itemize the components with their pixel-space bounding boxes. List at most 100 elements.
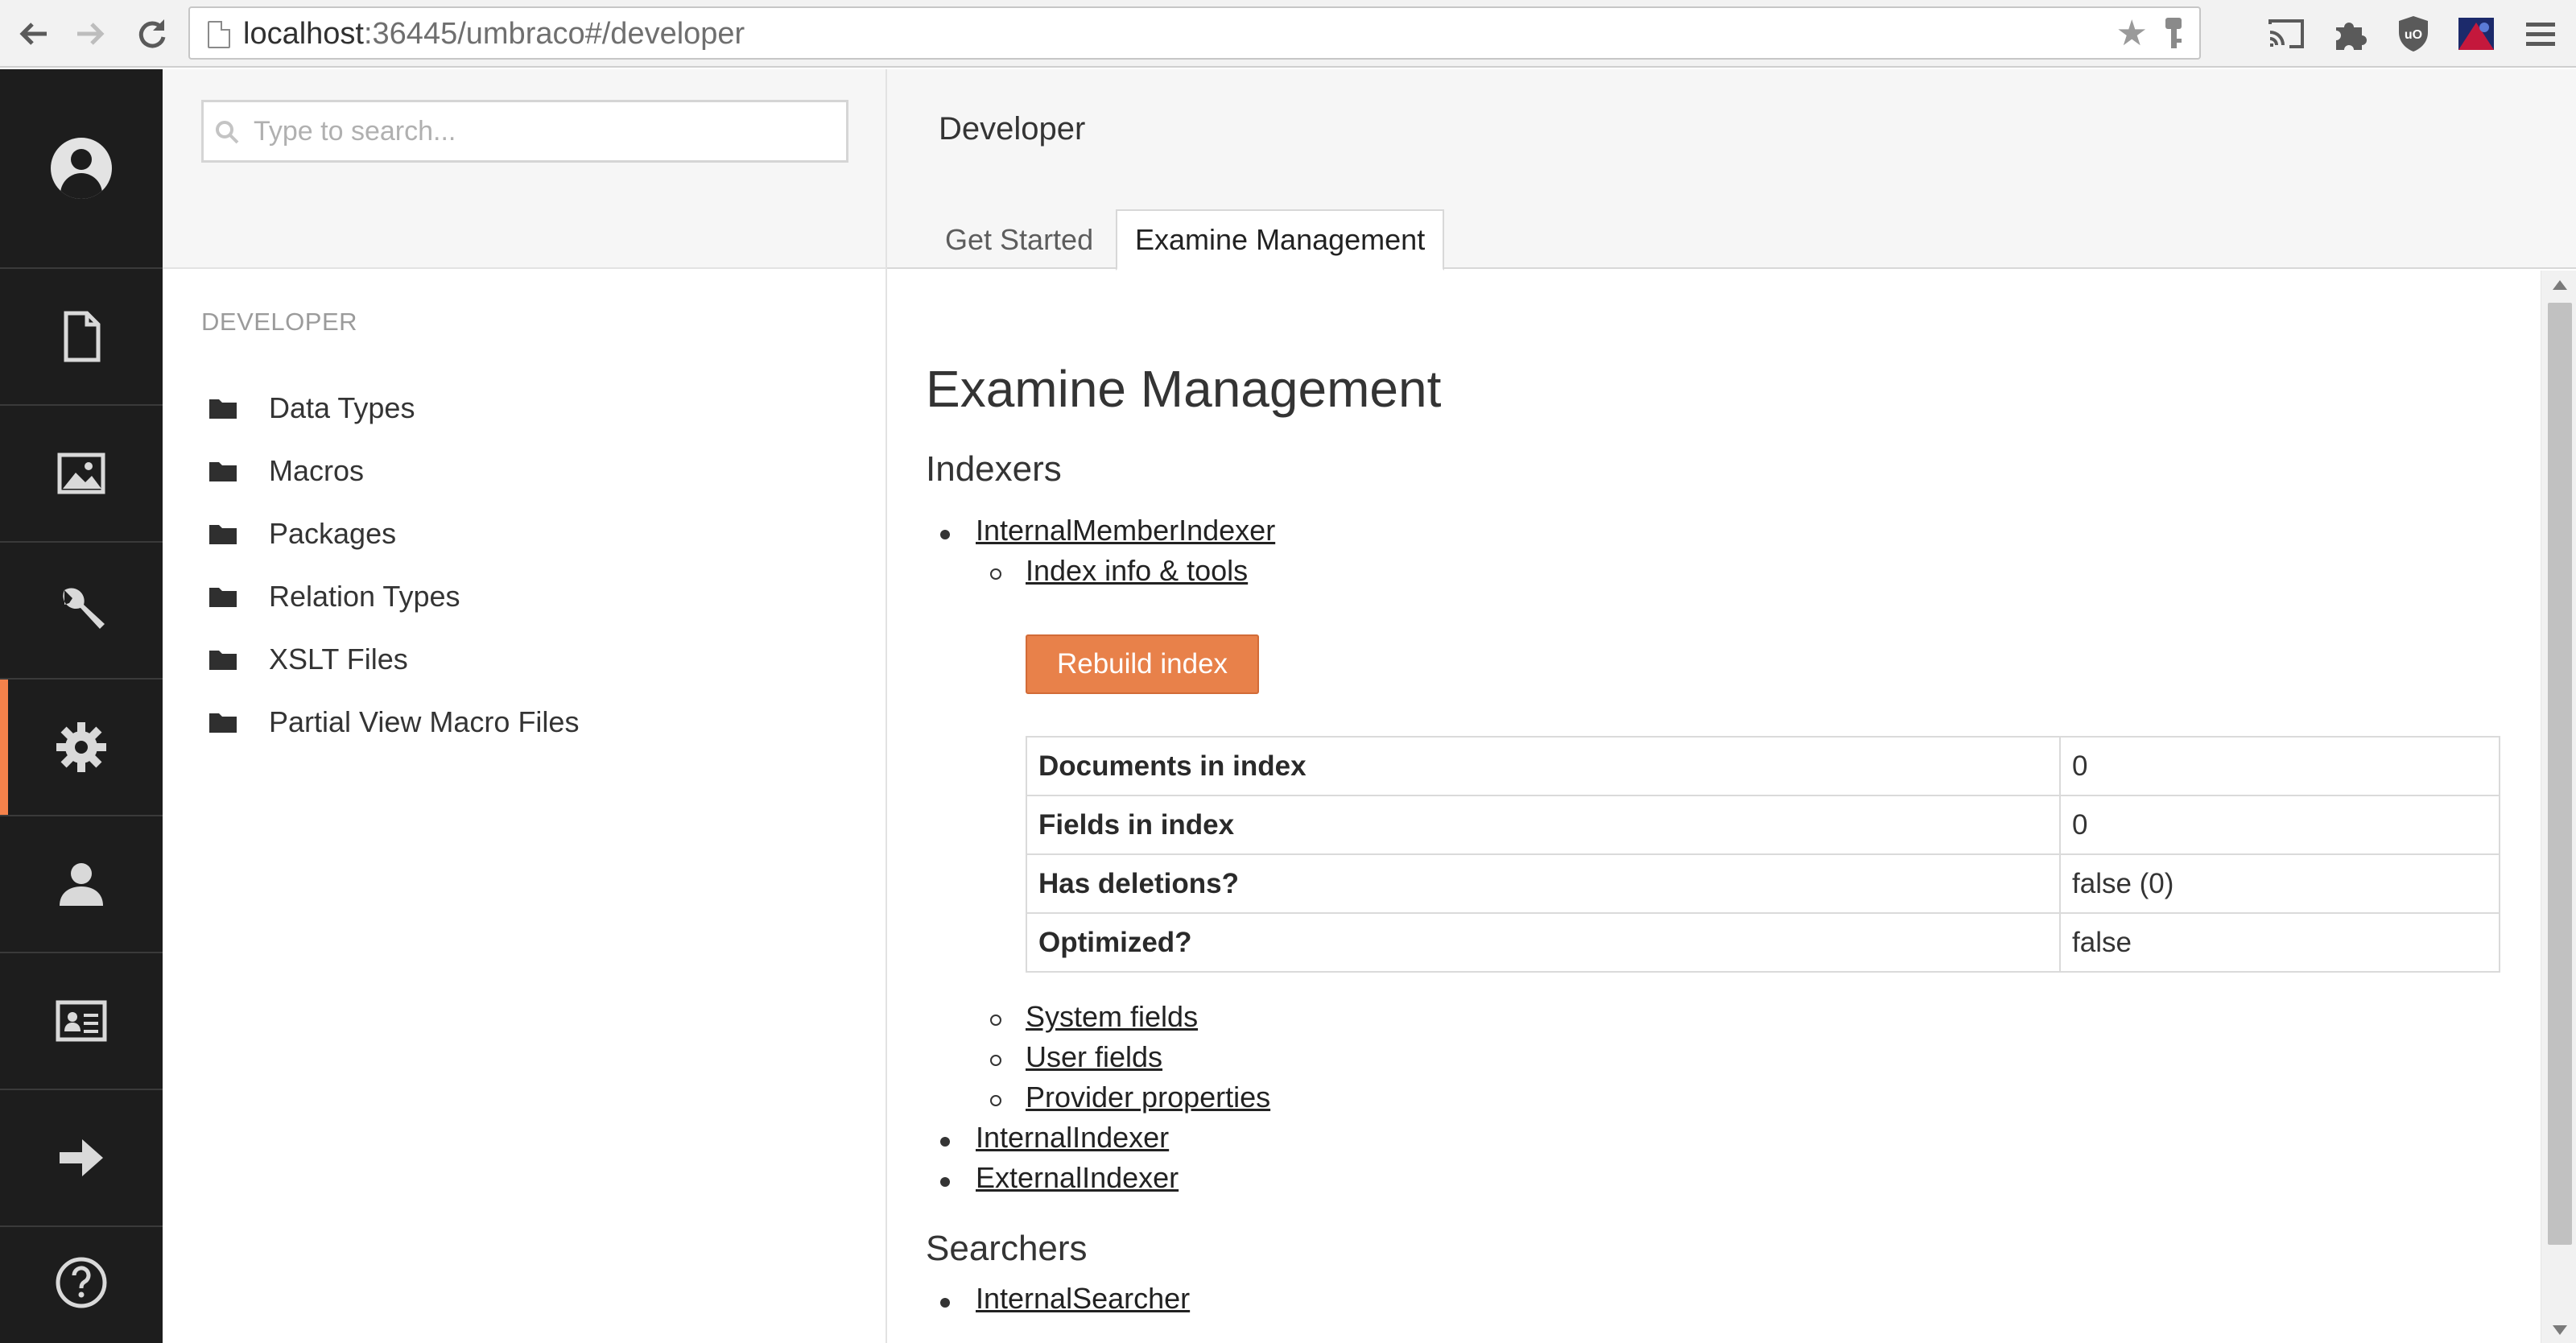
indexer-link-external[interactable]: ExternalIndexer	[976, 1161, 1179, 1195]
page-title: Developer	[939, 111, 1086, 147]
scroll-up-arrow[interactable]	[2553, 280, 2567, 290]
stat-value: false (0)	[2059, 853, 2500, 914]
section-sidebar	[0, 69, 163, 1343]
tree-item-label: Packages	[269, 517, 397, 550]
indexers-heading: Indexers	[926, 449, 1062, 489]
stat-key: Has deletions?	[1026, 853, 2061, 914]
star-icon[interactable]: ★	[2116, 14, 2148, 53]
list-bullet	[990, 1055, 1001, 1066]
document-icon	[64, 311, 101, 362]
image-icon	[57, 452, 105, 494]
forward-icon[interactable]	[68, 11, 113, 56]
searcher-link-internal[interactable]: InternalSearcher	[976, 1282, 1190, 1316]
table-row: Has deletions? false (0)	[1026, 853, 2500, 914]
tree-item-label: Macros	[269, 454, 365, 487]
list-bullet	[940, 1137, 950, 1147]
folder-icon	[209, 713, 237, 733]
search-box[interactable]	[201, 100, 848, 163]
section-forms[interactable]	[0, 1090, 163, 1227]
tree-panel: DEVELOPER Data Types Macros Packages Rel…	[163, 69, 887, 1343]
browser-toolbar: localhost:36445/umbraco#/developer ★ uO	[0, 0, 2576, 68]
table-row: Documents in index 0	[1026, 736, 2500, 796]
folder-icon	[209, 525, 237, 544]
tab-get-started[interactable]: Get Started	[927, 209, 1111, 271]
provider-properties-link[interactable]: Provider properties	[1026, 1081, 1270, 1114]
svg-text:uO: uO	[2405, 28, 2422, 42]
tree-item-label: Data Types	[269, 391, 415, 424]
tree-item-label: XSLT Files	[269, 643, 408, 676]
indexer-link-internal[interactable]: InternalIndexer	[976, 1121, 1169, 1155]
tab-examine-management[interactable]: Examine Management	[1116, 209, 1445, 271]
list-bullet	[940, 530, 950, 539]
tree-header	[163, 69, 886, 269]
search-icon	[216, 121, 239, 144]
profile-icon[interactable]	[2454, 11, 2499, 56]
help-button[interactable]	[0, 1222, 163, 1343]
folder-icon	[209, 588, 237, 607]
gear-icon	[56, 722, 106, 772]
stat-key: Documents in index	[1026, 736, 2061, 796]
section-members[interactable]	[0, 953, 163, 1090]
reload-icon[interactable]	[129, 11, 174, 56]
system-fields-link[interactable]: System fields	[1026, 1000, 1198, 1034]
extension-icon[interactable]	[2326, 11, 2372, 56]
editor-content: Examine Management Indexers InternalMemb…	[887, 271, 2541, 1343]
page-icon	[208, 21, 230, 48]
tree-item-partial-view-macro-files[interactable]: Partial View Macro Files	[201, 691, 579, 754]
section-developer[interactable]	[0, 680, 163, 816]
index-info-link[interactable]: Index info & tools	[1026, 554, 1248, 588]
tree-item-label: Partial View Macro Files	[269, 705, 580, 738]
stat-value: 0	[2059, 736, 2500, 796]
list-bullet	[990, 1095, 1001, 1106]
table-row: Optimized? false	[1026, 912, 2500, 973]
scroll-thumb[interactable]	[2548, 303, 2572, 1245]
user-icon	[60, 863, 103, 906]
wrench-icon	[63, 588, 105, 629]
user-fields-link[interactable]: User fields	[1026, 1040, 1162, 1074]
ublock-icon[interactable]: uO	[2391, 11, 2436, 56]
tree-list: Data Types Macros Packages Relation Type…	[201, 377, 579, 754]
back-icon[interactable]	[11, 11, 56, 56]
rebuild-index-button[interactable]: Rebuild index	[1026, 634, 1259, 694]
stat-key: Fields in index	[1026, 795, 2061, 855]
tree-item-packages[interactable]: Packages	[201, 502, 579, 565]
id-card-icon	[56, 1000, 107, 1042]
url-text: localhost:36445/umbraco#/developer	[243, 17, 745, 51]
editor-header: Developer Get Started Examine Management	[887, 69, 2576, 271]
tree-title: DEVELOPER	[201, 308, 358, 336]
avatar[interactable]	[51, 138, 112, 199]
list-bullet	[940, 1298, 950, 1308]
tree-item-relation-types[interactable]: Relation Types	[201, 565, 579, 628]
stat-value: false	[2059, 912, 2500, 973]
tree-item-data-types[interactable]: Data Types	[201, 377, 579, 440]
section-media[interactable]	[0, 406, 163, 543]
examine-heading: Examine Management	[926, 360, 1442, 418]
folder-icon	[209, 651, 237, 670]
menu-icon[interactable]	[2518, 11, 2563, 56]
scrollbar[interactable]	[2541, 271, 2576, 1343]
list-bullet	[990, 1014, 1001, 1026]
stat-key: Optimized?	[1026, 912, 2061, 973]
searchers-heading: Searchers	[926, 1229, 1088, 1268]
list-bullet	[990, 568, 1001, 580]
indexer-link-internal-member[interactable]: InternalMemberIndexer	[976, 514, 1275, 548]
user-avatar-area[interactable]	[0, 69, 163, 269]
index-stats-table: Documents in index 0 Fields in index 0 H…	[1026, 736, 2500, 973]
search-input[interactable]	[254, 110, 833, 152]
section-settings[interactable]	[0, 543, 163, 680]
address-bar[interactable]: localhost:36445/umbraco#/developer ★	[188, 6, 2201, 60]
key-icon[interactable]	[2159, 16, 2188, 52]
section-content[interactable]	[0, 269, 163, 406]
folder-icon	[209, 399, 237, 419]
tree-item-macros[interactable]: Macros	[201, 440, 579, 502]
tree-item-label: Relation Types	[269, 580, 460, 613]
section-users[interactable]	[0, 816, 163, 953]
arrow-right-icon	[60, 1139, 103, 1176]
tree-item-xslt-files[interactable]: XSLT Files	[201, 628, 579, 691]
cast-icon[interactable]	[2264, 11, 2309, 56]
list-bullet	[940, 1177, 950, 1187]
help-icon	[56, 1257, 107, 1308]
stat-value: 0	[2059, 795, 2500, 855]
scroll-down-arrow[interactable]	[2553, 1325, 2567, 1335]
table-row: Fields in index 0	[1026, 795, 2500, 855]
